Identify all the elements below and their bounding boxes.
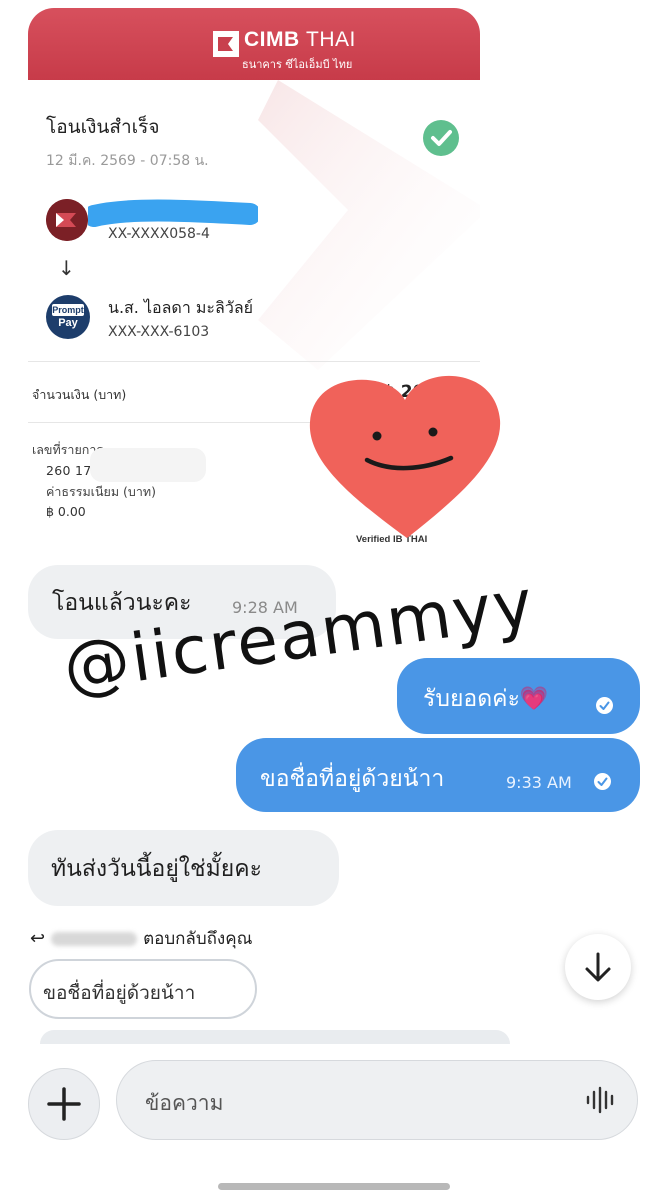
message-time: 9:33 AM	[506, 773, 572, 792]
scroll-to-bottom-button[interactable]	[565, 934, 631, 1000]
bank-subtitle: ธนาคาร ซีไอเอ็มบี ไทย	[242, 58, 353, 71]
arrow-down-icon	[585, 952, 611, 982]
outgoing-message[interactable]: ขอชื่อที่อยู่ด้วยน้าา 9:33 AM	[236, 738, 640, 812]
reply-arrow-icon: ↩	[30, 928, 46, 949]
amount-label: จำนวนเงิน (บาท)	[32, 387, 127, 402]
add-attachment-button[interactable]	[28, 1068, 100, 1140]
fee-value: ฿ 0.00	[46, 504, 86, 519]
home-indicator[interactable]	[218, 1183, 450, 1190]
next-message-edge	[40, 1030, 510, 1044]
receiver-account: XXX-XXX-6103	[108, 324, 210, 340]
outgoing-message[interactable]: รับยอดค่ะ💗	[397, 658, 640, 734]
message-input[interactable]: ข้อความ	[116, 1060, 638, 1140]
fee-label: ค่าธรรมเนียม (บาท)	[46, 484, 156, 499]
heart-face-sticker-icon	[309, 375, 501, 538]
reply-text: ตอบกลับถึงคุณ	[143, 929, 253, 949]
incoming-message[interactable]: ทันส่งวันนี้อยู่ใช่มั้ยคะ	[28, 830, 339, 906]
sender-account: XX-XXXX058-4	[108, 226, 210, 242]
message-text: ทันส่งวันนี้อยู่ใช่มั้ยคะ	[51, 856, 263, 882]
receipt-header: CIMB THAI ธนาคาร ซีไอเอ็มบี ไทย	[28, 8, 480, 80]
quoted-message-chip[interactable]: ขอชื่อที่อยู่ด้วยน้าา	[29, 959, 257, 1019]
quoted-message-text: ขอชื่อที่อยู่ด้วยน้าา	[43, 982, 196, 1004]
message-text: ขอชื่อที่อยู่ด้วยน้าา	[260, 766, 445, 792]
read-check-icon	[594, 773, 611, 790]
voice-wave-icon[interactable]	[585, 1085, 615, 1115]
message-text: รับยอดค่ะ💗	[423, 686, 549, 712]
receipt-date: 12 มี.ค. 2569 - 07:58 น.	[46, 153, 209, 169]
transfer-arrow-icon: ↓	[58, 256, 75, 280]
bank-name: CIMB THAI	[244, 28, 356, 51]
receiver-name: น.ส. ไอลดา มะลิวัลย์	[108, 298, 253, 317]
receipt-title: โอนเงินสำเร็จ	[46, 116, 160, 138]
reply-context: ↩ ตอบกลับถึงคุณ	[30, 925, 252, 952]
read-check-icon	[596, 697, 613, 714]
success-check-icon	[423, 120, 459, 156]
redaction-blur	[90, 448, 206, 482]
redaction-blur	[51, 932, 138, 946]
promptpay-logo-icon: Prompt Pay	[46, 295, 90, 339]
plus-icon	[47, 1087, 81, 1121]
message-placeholder: ข้อความ	[145, 1091, 224, 1115]
sender-bank-logo-icon	[46, 199, 88, 241]
cimb-logo-icon	[213, 31, 239, 57]
